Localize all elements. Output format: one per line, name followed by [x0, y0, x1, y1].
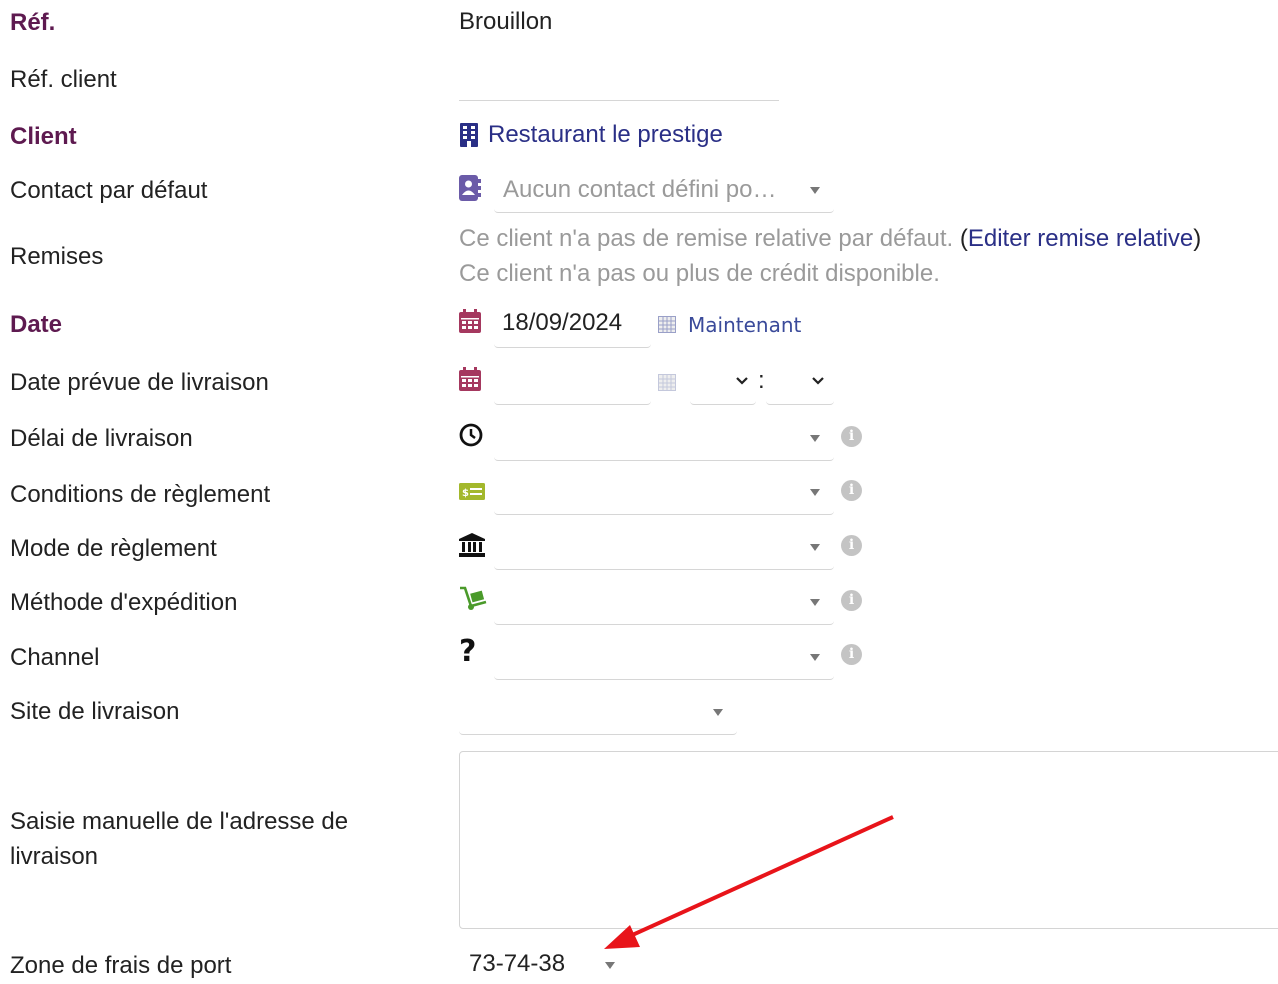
label-adresse-line1: Saisie manuelle de l'adresse de — [10, 808, 349, 835]
remise-text: Ce client n'a pas de remise relative par… — [459, 225, 954, 252]
chevron-down-icon — [812, 377, 824, 385]
info-icon: i — [841, 426, 862, 447]
edit-remise-link[interactable]: Editer remise relative — [968, 225, 1193, 252]
chevron-down-icon — [810, 187, 820, 194]
calendar-icon — [459, 367, 481, 391]
money-bill-icon: $ — [459, 483, 485, 500]
chevron-down-icon — [810, 489, 820, 496]
contact-select[interactable]: Aucun contact défini po… — [494, 168, 834, 213]
mode-select[interactable] — [494, 525, 834, 570]
channel-select[interactable] — [494, 635, 834, 680]
label-remises: Remises — [10, 243, 104, 270]
label-contact: Contact par défaut — [10, 177, 208, 204]
label-channel: Channel — [10, 644, 100, 671]
zone-select[interactable]: 73-74-38 — [459, 942, 629, 978]
svg-text:$: $ — [462, 488, 469, 499]
label-delai: Délai de livraison — [10, 425, 193, 452]
question-icon: ? — [459, 634, 477, 669]
chevron-down-icon — [810, 599, 820, 606]
label-ref-client: Réf. client — [10, 66, 117, 93]
info-icon: i — [841, 644, 862, 665]
calendar-small-icon[interactable] — [658, 374, 676, 391]
zone-value: 73-74-38 — [469, 950, 566, 977]
date-input[interactable]: 18/09/2024 — [494, 303, 651, 348]
info-icon: i — [841, 590, 862, 611]
label-site: Site de livraison — [10, 698, 180, 725]
chevron-down-icon — [713, 709, 723, 716]
hour-separator: : — [758, 367, 765, 394]
label-date: Date — [10, 311, 63, 338]
delivery-hour-select[interactable] — [690, 360, 756, 405]
dolly-icon — [460, 586, 487, 610]
chevron-down-icon — [810, 435, 820, 442]
conditions-select[interactable] — [494, 470, 834, 515]
delivery-date-input[interactable] — [494, 360, 651, 405]
label-date-livraison: Date prévue de livraison — [10, 369, 269, 396]
label-methode: Méthode d'expédition — [10, 589, 238, 616]
label-ref: Réf. — [10, 9, 56, 36]
clock-icon — [459, 423, 483, 447]
chevron-down-icon — [605, 962, 615, 969]
remise-info: Ce client n'a pas de remise relative par… — [459, 225, 1201, 253]
delivery-minute-select[interactable] — [766, 360, 834, 405]
chevron-down-icon — [810, 654, 820, 661]
ref-value: Brouillon — [459, 8, 553, 35]
ref-client-input[interactable] — [459, 100, 779, 101]
chevron-down-icon — [736, 377, 748, 385]
label-zone: Zone de frais de port — [10, 952, 232, 979]
label-mode: Mode de règlement — [10, 535, 217, 562]
address-book-icon — [459, 175, 481, 201]
remise-paren-close: ) — [1193, 225, 1202, 252]
calendar-icon — [459, 309, 481, 333]
remise-paren-open: ( — [959, 225, 968, 252]
label-adresse-line2: livraison — [10, 842, 99, 870]
label-adresse: Saisie manuelle de l'adresse de livraiso… — [10, 805, 348, 875]
contact-placeholder: Aucun contact défini po… — [503, 176, 777, 203]
delai-select[interactable] — [494, 416, 834, 461]
credit-text: Ce client n'a pas ou plus de crédit disp… — [459, 260, 940, 287]
label-client: Client — [10, 123, 77, 150]
methode-select[interactable] — [494, 580, 834, 625]
bank-icon — [459, 533, 485, 557]
date-value: 18/09/2024 — [502, 309, 623, 336]
now-button[interactable]: Maintenant — [688, 313, 801, 337]
address-textarea[interactable] — [459, 751, 1278, 929]
label-conditions: Conditions de règlement — [10, 481, 271, 508]
info-icon: i — [841, 480, 862, 501]
building-icon — [460, 123, 478, 147]
chevron-down-icon — [810, 544, 820, 551]
client-name[interactable]: Restaurant le prestige — [488, 121, 723, 149]
site-select[interactable] — [459, 690, 737, 735]
calendar-small-icon[interactable] — [658, 316, 676, 333]
info-icon: i — [841, 535, 862, 556]
